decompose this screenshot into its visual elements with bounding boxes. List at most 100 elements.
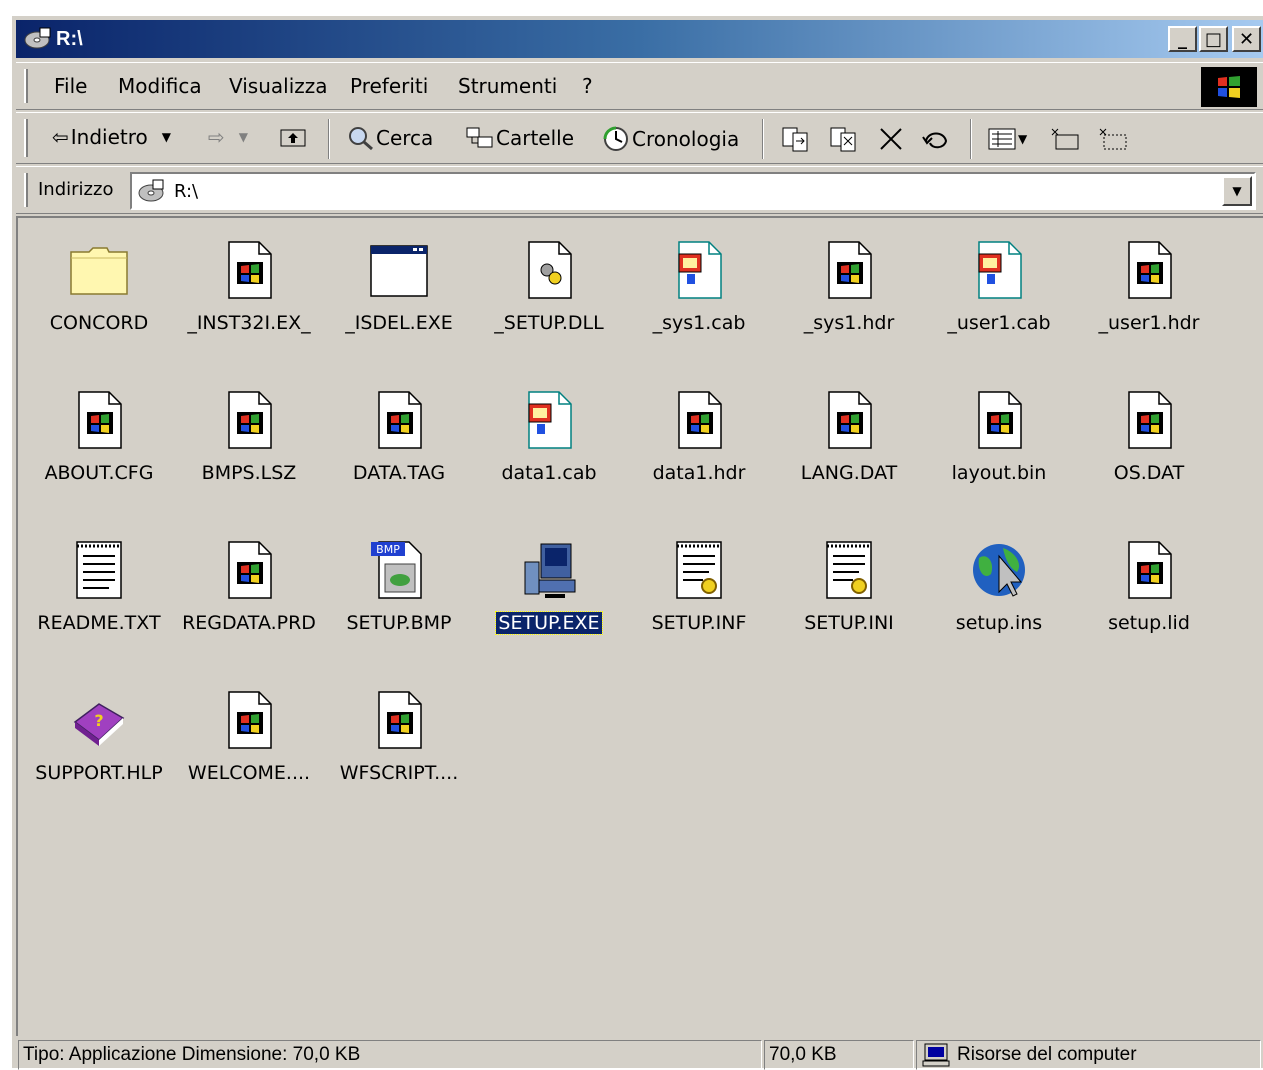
computer-icon (922, 1043, 950, 1067)
back-arrow-icon: ⇦ (52, 125, 69, 149)
file-name: SETUP.INF (651, 612, 747, 634)
windows-file-icon (969, 388, 1029, 452)
delete-icon (880, 128, 902, 150)
history-icon (603, 126, 628, 151)
file-name: LANG.DAT (800, 462, 898, 484)
disconnect-drive-icon (1099, 128, 1127, 150)
search-button[interactable]: Cerca (346, 125, 433, 151)
delete-button[interactable] (876, 125, 906, 153)
cab-file-icon (669, 238, 729, 302)
file-item[interactable]: BMPS.LSZ (174, 378, 324, 508)
file-item[interactable]: WELCOME.... (174, 678, 324, 808)
file-item[interactable]: _sys1.hdr (774, 228, 924, 358)
undo-button[interactable] (920, 125, 952, 153)
menu-modifica[interactable]: Modifica (118, 74, 202, 98)
views-icon (988, 128, 1016, 150)
forward-button[interactable]: ⇨ ▼ (208, 125, 248, 149)
file-name: WFSCRIPT.... (339, 762, 459, 784)
svg-text:BMP: BMP (376, 543, 400, 556)
file-item[interactable]: ABOUT.CFG (24, 378, 174, 508)
disconnect-drive-button[interactable] (1096, 125, 1130, 153)
status-info-text: Tipo: Applicazione Dimensione: 70,0 KB (23, 1044, 361, 1065)
menu-strumenti[interactable]: Strumenti (458, 74, 557, 98)
file-item[interactable]: DATA.TAG (324, 378, 474, 508)
toolbar-grip[interactable] (24, 119, 28, 157)
history-button[interactable]: Cronologia (600, 125, 739, 153)
forward-dropdown-icon[interactable]: ▼ (239, 130, 248, 144)
forward-arrow-icon: ⇨ (208, 125, 225, 149)
drive-icon (20, 24, 54, 54)
file-item[interactable]: BMP SETUP.BMP (324, 528, 474, 658)
file-item[interactable]: _INST32I.EX_ (174, 228, 324, 358)
file-item[interactable]: SETUP.INF (624, 528, 774, 658)
back-dropdown-icon[interactable]: ▼ (162, 130, 171, 144)
search-icon (349, 127, 373, 151)
maximize-button[interactable]: □ (1199, 26, 1228, 52)
file-item[interactable]: SETUP.INI (774, 528, 924, 658)
settings-file-icon (669, 538, 729, 602)
folders-button[interactable]: Cartelle (464, 125, 574, 151)
file-name: setup.ins (955, 612, 1043, 634)
menu-visualizza[interactable]: Visualizza (229, 74, 328, 98)
windows-file-icon (819, 388, 879, 452)
menu-bar: File Modifica Visualizza Preferiti Strum… (16, 62, 1263, 110)
file-item[interactable]: layout.bin (924, 378, 1074, 508)
undo-icon (922, 132, 948, 149)
file-item[interactable]: README.TXT (24, 528, 174, 658)
file-item[interactable]: ? SUPPORT.HLP (24, 678, 174, 808)
file-item[interactable]: setup.lid (1074, 528, 1224, 658)
close-button[interactable]: ✕ (1232, 26, 1261, 52)
file-item[interactable]: REGDATA.PRD (174, 528, 324, 658)
file-item[interactable]: SETUP.EXE (474, 528, 624, 658)
file-name: _sys1.hdr (803, 312, 895, 334)
windows-file-icon (219, 238, 279, 302)
copy-to-icon (830, 127, 856, 152)
folders-label: Cartelle (496, 126, 575, 150)
address-grip[interactable] (24, 173, 28, 207)
address-field[interactable]: R:\ ▼ (130, 172, 1256, 210)
menu-file[interactable]: File (54, 74, 87, 98)
file-item[interactable]: data1.hdr (624, 378, 774, 508)
map-drive-button[interactable] (1048, 125, 1082, 153)
menu-preferiti[interactable]: Preferiti (350, 74, 428, 98)
file-name: README.TXT (37, 612, 161, 634)
file-item[interactable]: _sys1.cab (624, 228, 774, 358)
views-button[interactable]: ▼ (986, 125, 1027, 153)
file-name: CONCORD (49, 312, 149, 334)
windows-file-icon (219, 388, 279, 452)
file-name: SUPPORT.HLP (35, 762, 163, 784)
file-item[interactable]: _user1.cab (924, 228, 1074, 358)
file-item[interactable]: data1.cab (474, 378, 624, 508)
address-value: R:\ (174, 180, 199, 202)
file-item[interactable]: LANG.DAT (774, 378, 924, 508)
file-item[interactable]: setup.ins (924, 528, 1074, 658)
menu-help[interactable]: ? (582, 74, 593, 98)
address-dropdown-button[interactable]: ▼ (1222, 176, 1252, 206)
svg-text:?: ? (94, 711, 103, 730)
file-item[interactable]: CONCORD (24, 228, 174, 358)
up-folder-button[interactable] (278, 125, 308, 149)
status-size: 70,0 KB (764, 1040, 914, 1070)
search-label: Cerca (376, 126, 434, 150)
file-item[interactable]: WFSCRIPT.... (324, 678, 474, 808)
status-location-text: Risorse del computer (957, 1044, 1137, 1065)
copy-to-button[interactable] (828, 125, 860, 153)
status-size-text: 70,0 KB (769, 1044, 837, 1065)
file-item[interactable]: _user1.hdr (1074, 228, 1224, 358)
file-list[interactable]: CONCORD _INST32I.EX_ _ISDEL.EXE _SETUP.DLL _… (16, 216, 1263, 1036)
back-button[interactable]: ⇦ Indietro ▼ (52, 125, 171, 149)
move-to-button[interactable] (780, 125, 812, 153)
status-bar: Tipo: Applicazione Dimensione: 70,0 KB 7… (16, 1038, 1263, 1070)
file-item[interactable]: _ISDEL.EXE (324, 228, 474, 358)
menu-grip[interactable] (24, 69, 28, 103)
file-item[interactable]: _SETUP.DLL (474, 228, 624, 358)
file-name: ABOUT.CFG (44, 462, 154, 484)
file-item[interactable]: OS.DAT (1074, 378, 1224, 508)
file-name: data1.hdr (652, 462, 746, 484)
title-bar[interactable]: R:\ _ □ ✕ (16, 20, 1263, 58)
file-name: _user1.hdr (1098, 312, 1200, 334)
file-name: OS.DAT (1113, 462, 1185, 484)
views-dropdown-icon[interactable]: ▼ (1018, 132, 1027, 146)
folders-icon (466, 127, 493, 148)
minimize-button[interactable]: _ (1168, 26, 1197, 52)
